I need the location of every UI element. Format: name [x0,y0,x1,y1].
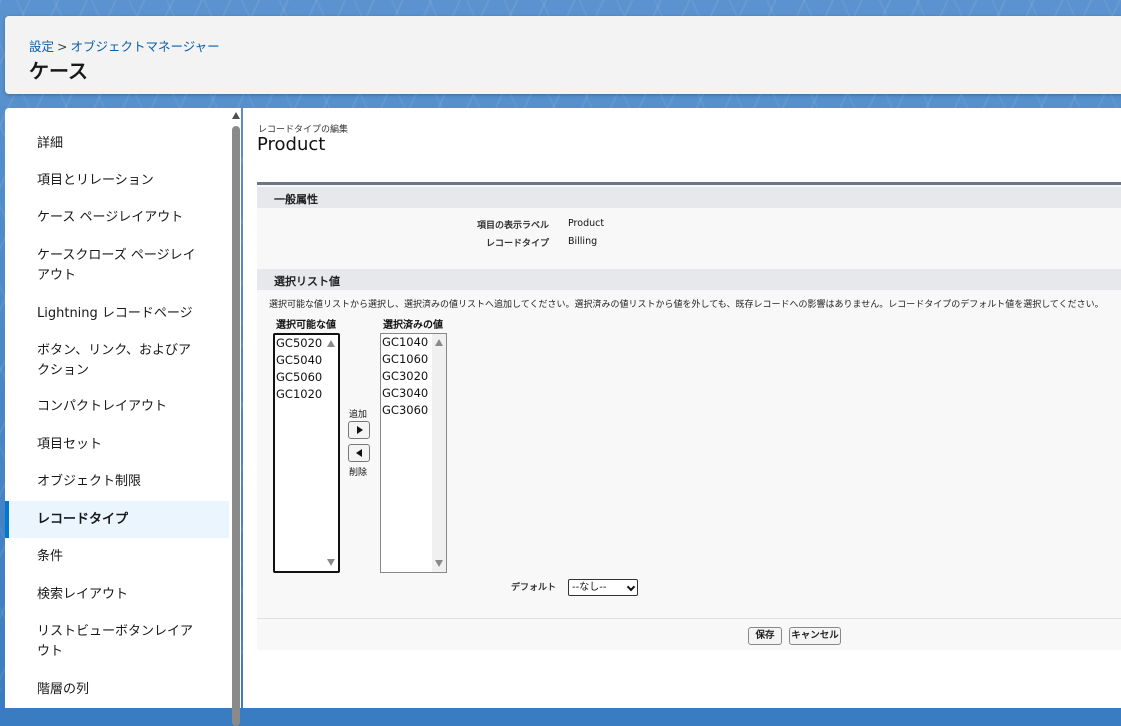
cancel-button[interactable]: キャンセル [789,627,841,645]
field-label-record-type: レコードタイプ [485,239,549,249]
scroll-thumb[interactable] [232,126,240,726]
sidebar-scrollbar[interactable] [231,108,241,726]
picklist-description: 選択可能な値リストから選択し、選択済みの値リストへ追加してください。選択済みの値… [269,300,1104,310]
arrow-left-icon [356,449,362,457]
chevron-down-icon [626,582,636,592]
list-item[interactable]: GC5040 [276,352,338,369]
breadcrumb-object-manager-link[interactable]: オブジェクトマネージャー [71,39,220,54]
available-values-listbox[interactable]: GC5020 GC5040 GC5060 GC1020 [273,333,340,573]
sidebar-item-hierarchy-columns[interactable]: 階層の列 [5,680,229,700]
selected-values-label: 選択済みの値 [383,320,443,331]
edit-panel: 一般属性 項目の表示ラベル Product レコードタイプ Billing 選択… [257,182,1121,650]
button-bar: 保存 キャンセル [257,618,1121,650]
add-button[interactable] [348,421,370,439]
picklist-section-heading: 選択リスト値 [257,269,1121,290]
field-label-display-label: 項目の表示ラベル [476,221,549,231]
field-value-display-label: Product [568,218,605,229]
add-label: 追加 [349,410,368,420]
field-value-record-type: Billing [568,236,598,247]
sidebar-item-record-types[interactable]: レコードタイプ [5,501,229,538]
default-value-selected: --なし-- [572,582,607,593]
selected-values-listbox[interactable]: GC1040 GC1060 GC3020 GC3040 GC3060 [380,333,447,573]
save-button[interactable]: 保存 [748,627,782,645]
remove-button[interactable] [348,444,370,462]
default-value-select[interactable]: --なし-- [568,579,638,596]
sidebar-item-field-sets[interactable]: 項目セット [5,435,229,455]
listbox-scrollbar[interactable] [432,334,446,572]
listbox-scroll-down-icon[interactable] [327,559,335,566]
sidebar-item-compact-layouts[interactable]: コンパクトレイアウト [5,397,229,417]
sidebar-item-search-layouts[interactable]: 検索レイアウト [5,585,229,605]
sidebar-item-details[interactable]: 詳細 [5,134,229,154]
breadcrumb-setup-link[interactable]: 設定 [29,39,54,54]
sidebar-item-buttons-links-actions[interactable]: ボタン、リンク、およびアクション [5,341,229,381]
sidebar: 詳細 項目とリレーション ケース ページレイアウト ケースクローズ ページレイア… [5,108,241,726]
breadcrumb-separator: > [57,39,68,54]
default-label: デフォルト [511,583,557,593]
listbox-scroll-up-icon[interactable] [435,339,443,346]
sidebar-item-close-page-layouts[interactable]: ケースクローズ ページレイアウト [5,246,229,286]
main-content: レコードタイプの編集 Product 一般属性 項目の表示ラベル Product… [243,108,1121,708]
breadcrumb: 設定 > オブジェクトマネージャー [29,36,220,55]
available-values-label: 選択可能な値 [276,320,336,331]
page-header: 設定 > オブジェクトマネージャー ケース [5,16,1121,94]
remove-label: 削除 [349,468,368,478]
record-type-title: Product [257,134,326,155]
sidebar-item-object-limits[interactable]: オブジェクト制限 [5,472,229,492]
sidebar-item-list-view-button-layout[interactable]: リストビューボタンレイアウト [5,622,229,662]
sidebar-item-fields-relationships[interactable]: 項目とリレーション [5,171,229,191]
listbox-scroll-up-icon[interactable] [327,340,335,347]
listbox-scroll-down-icon[interactable] [435,560,443,567]
arrow-right-icon [357,426,363,434]
sidebar-item-lightning-pages[interactable]: Lightning レコードページ [5,304,229,324]
general-section-heading: 一般属性 [257,187,1121,208]
sidebar-item-page-layouts[interactable]: ケース ページレイアウト [5,208,229,228]
scroll-up-arrow-icon[interactable] [232,112,240,119]
page-title: ケース [29,59,88,83]
list-item[interactable]: GC1020 [276,386,338,403]
list-item[interactable]: GC5060 [276,369,338,386]
sidebar-item-conditions[interactable]: 条件 [5,547,229,567]
